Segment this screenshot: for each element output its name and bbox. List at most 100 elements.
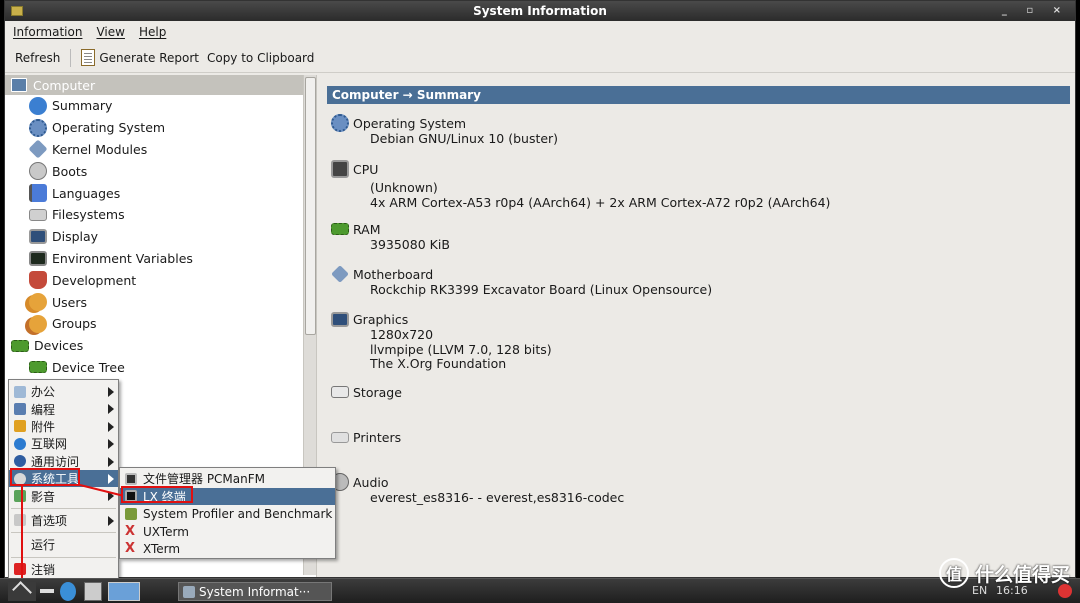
copy-clipboard-button[interactable]: Copy to Clipboard (203, 47, 318, 69)
section-operating-system: Operating System Debian GNU/Linux 10 (bu… (331, 114, 558, 147)
tree-item-operating-system[interactable]: Operating System (5, 117, 316, 139)
monitor-icon (29, 229, 47, 245)
tree-item-label: Filesystems (52, 207, 125, 223)
preferences-icon (14, 514, 26, 527)
groups-icon (29, 314, 47, 333)
tree-item-label: Device Tree (52, 359, 125, 375)
section-printers: Printers (331, 428, 401, 446)
submenu-item-label: XTerm (143, 542, 181, 557)
submenu-item-uxterm[interactable]: X UXTerm (120, 523, 335, 541)
file-manager-icon (125, 472, 137, 485)
section-value: 4x ARM Cortex-A53 r0p4 (AArch64) + 2x AR… (370, 194, 831, 210)
submenu-arrow-icon (108, 421, 114, 432)
windows-icon[interactable] (84, 582, 102, 601)
submenu-arrow-icon (108, 473, 114, 484)
tree-item-languages[interactable]: Languages (5, 182, 316, 204)
tree-item-environment-variables[interactable]: Environment Variables (5, 248, 316, 270)
tree-item-summary[interactable]: Summary (5, 95, 316, 117)
section-graphics: Graphics 1280x720 llvmpipe (LLVM 7.0, 12… (331, 310, 552, 372)
menu-item-programming[interactable]: 编程 (9, 400, 118, 417)
tree-item-groups[interactable]: Groups (5, 313, 316, 335)
toolbar: Refresh Generate Report Copy to Clipboar… (5, 43, 1075, 73)
tree-item-development[interactable]: Development (5, 269, 316, 291)
menu-help[interactable]: Help (139, 25, 166, 39)
submenu-arrow-icon (108, 456, 114, 467)
development-icon (29, 271, 47, 290)
submenu-item-pcmanfm[interactable]: 文件管理器 PCManFM (120, 470, 335, 488)
browser-icon[interactable] (60, 582, 76, 601)
start-menu-button[interactable] (8, 581, 36, 601)
submenu-item-label: 文件管理器 PCManFM (143, 472, 265, 487)
refresh-button[interactable]: Refresh (11, 47, 64, 69)
tree-item-label: Summary (52, 98, 113, 114)
watermark-text: 什么值得买 (974, 563, 1070, 586)
watermark-logo: 值 (938, 558, 969, 588)
tree-item-label: Development (52, 272, 137, 288)
menu-separator (11, 507, 116, 509)
menu-item-label: 编程 (31, 402, 56, 417)
window-icon (11, 6, 23, 16)
submenu-item-lxterminal[interactable]: LX 终端 (120, 487, 335, 506)
drive-icon (331, 386, 349, 398)
section-ram: RAM 3935080 KiB (331, 220, 450, 253)
window-controls[interactable]: _ ▫ × (1002, 1, 1069, 21)
submenu-item-system-profiler[interactable]: System Profiler and Benchmark (120, 505, 335, 523)
section-title: Graphics (353, 311, 409, 327)
tree-item-kernel-modules[interactable]: Kernel Modules (5, 139, 316, 161)
menu-item-accessories[interactable]: 附件 (9, 418, 118, 435)
x-icon: X (125, 541, 136, 557)
menu-item-label: 注销 (31, 562, 56, 577)
programming-icon (14, 403, 26, 416)
menu-item-internet[interactable]: 互联网 (9, 435, 118, 452)
submenu-item-label: UXTerm (143, 524, 189, 539)
scrollbar-thumb[interactable] (305, 77, 316, 335)
window-title: System Information (473, 4, 607, 18)
menu-bar: Information View Help (5, 21, 1075, 43)
computer-icon (11, 78, 27, 92)
accessibility-icon (14, 455, 26, 468)
menu-information[interactable]: Information (13, 25, 82, 39)
menu-view[interactable]: View (96, 25, 124, 39)
menu-item-system-tools[interactable]: 系统工具 (9, 469, 118, 488)
flag-icon (29, 184, 47, 203)
menu-item-label: 系统工具 (31, 472, 80, 487)
tree-item-label: Devices (34, 338, 84, 354)
generate-report-button[interactable]: Generate Report (77, 45, 203, 70)
tree-item-display[interactable]: Display (5, 226, 316, 248)
minimize-all-icon[interactable] (40, 589, 54, 593)
tree-item-filesystems[interactable]: Filesystems (5, 204, 316, 226)
tree-item-computer[interactable]: Computer (5, 75, 316, 95)
run-icon (14, 539, 26, 551)
tree-item-boots[interactable]: Boots (5, 160, 316, 182)
tree-item-label: Users (52, 294, 88, 310)
task-system-information[interactable]: System Informat··· (178, 582, 332, 601)
desktop-pager[interactable] (108, 582, 140, 601)
submenu-arrow-icon (108, 439, 114, 450)
menu-item-multimedia[interactable]: 影音 (9, 487, 118, 504)
tree-item-users[interactable]: Users (5, 291, 316, 313)
tree-item-label: Languages (52, 185, 121, 201)
power-icon (29, 162, 47, 181)
menu-item-universal-access[interactable]: 通用访问 (9, 453, 118, 470)
app-icon (183, 585, 195, 598)
menu-item-office[interactable]: 办公 (9, 383, 118, 400)
toolbar-separator (70, 48, 72, 67)
tree-item-device-tree[interactable]: Device Tree (5, 357, 316, 379)
section-storage: Storage (331, 383, 402, 401)
menu-item-preferences[interactable]: 首选项 (9, 512, 118, 529)
submenu-item-xterm[interactable]: X XTerm (120, 540, 335, 558)
tree-item-label: Kernel Modules (52, 141, 148, 157)
title-bar[interactable]: System Information _ ▫ × (5, 1, 1075, 21)
tree-item-label: Boots (52, 163, 88, 179)
terminal-icon (29, 250, 47, 266)
start-menu: 办公 编程 附件 互联网 通用访问 系统工具 影音 首选项 运行 注销 (8, 379, 119, 579)
summary-header: Computer → Summary (327, 86, 1070, 104)
menu-item-label: 运行 (31, 538, 56, 553)
gear-icon (29, 118, 47, 137)
section-title: CPU (353, 161, 379, 177)
tree-item-devices[interactable]: Devices (5, 335, 316, 357)
menu-separator (11, 532, 116, 534)
menu-item-logout[interactable]: 注销 (9, 561, 118, 578)
cpu-icon (331, 160, 349, 178)
menu-item-run[interactable]: 运行 (9, 536, 118, 553)
